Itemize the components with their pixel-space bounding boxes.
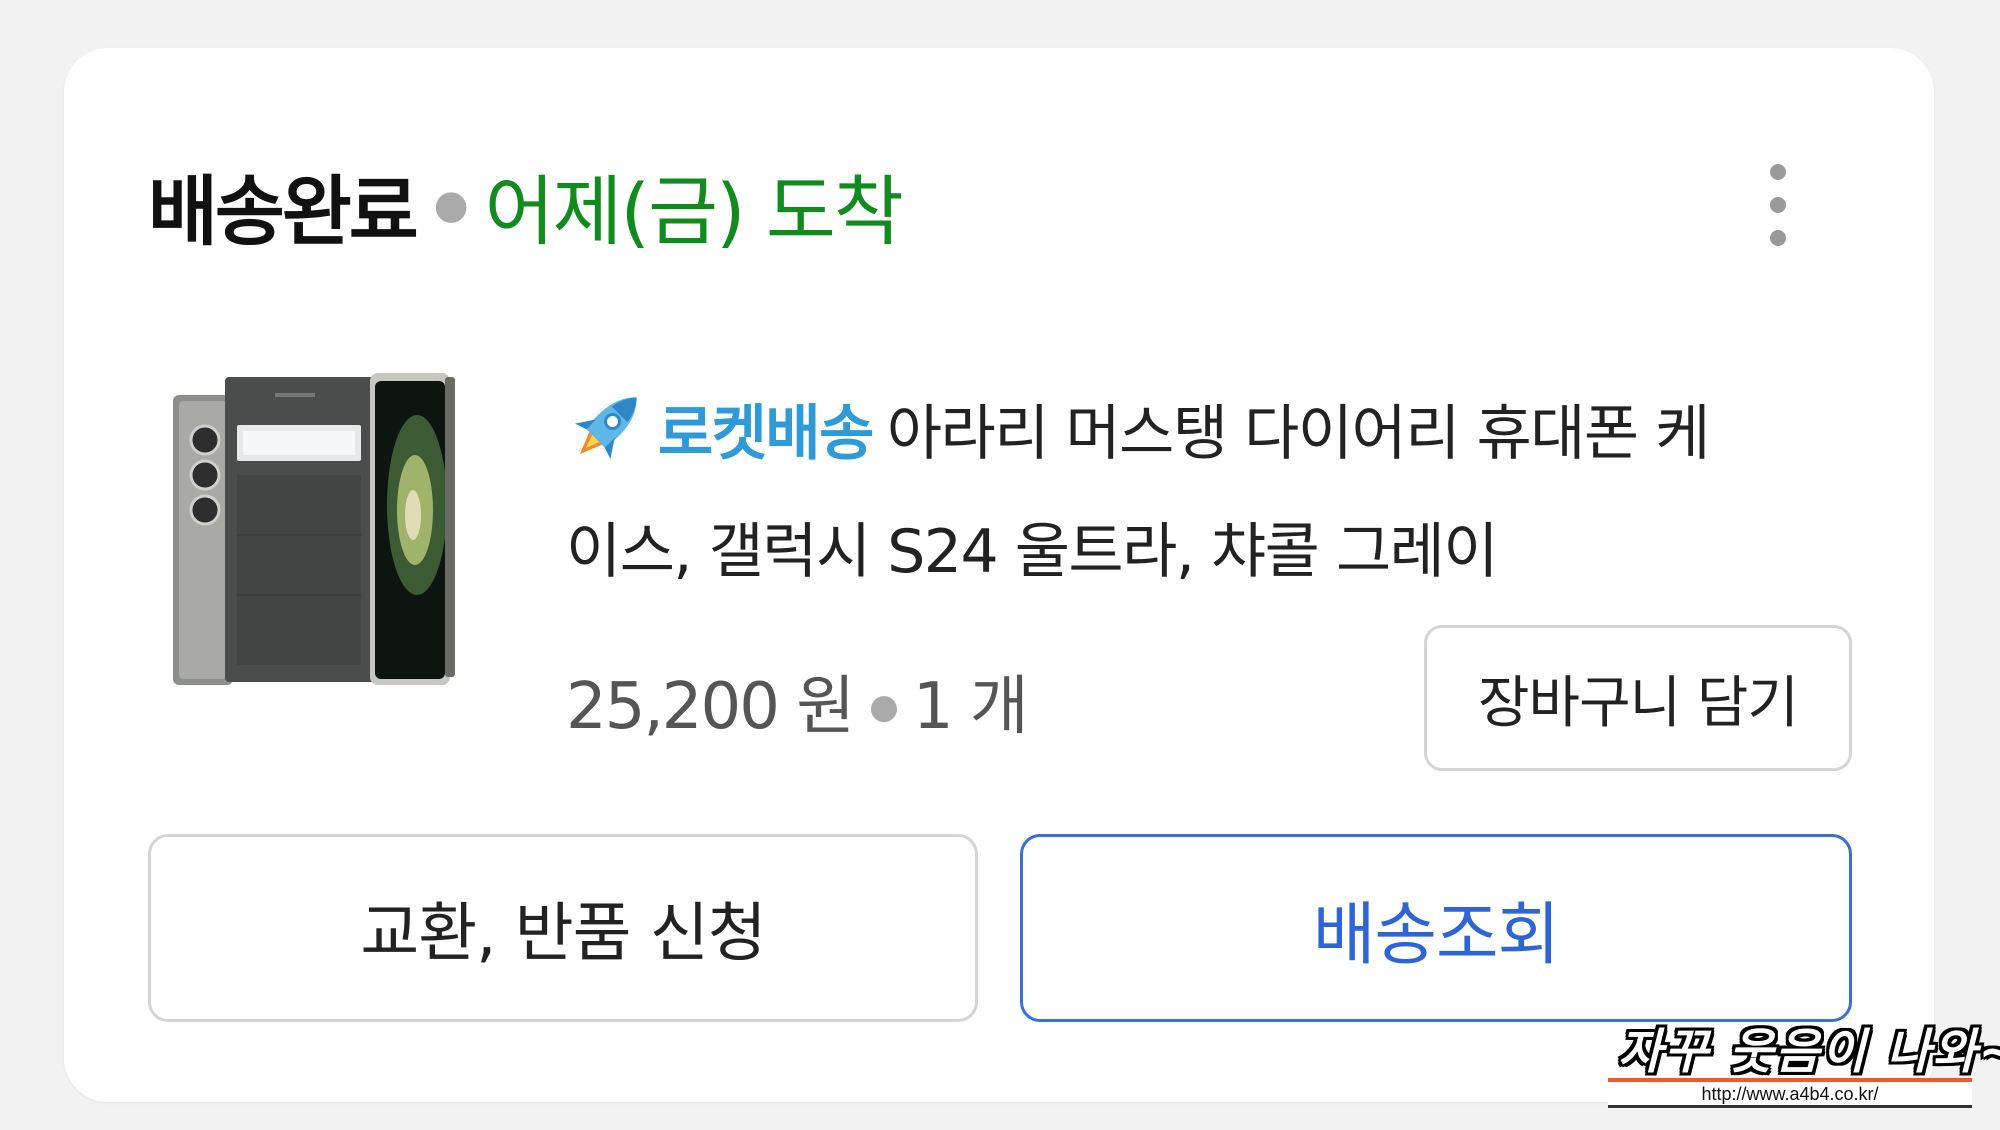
price-quantity: 25,200 원 ● 1 개 [566,655,1029,747]
product-quantity: 1 개 [912,670,1029,744]
order-header: 배송완료 ● 어제(금) 도착 [148,150,904,260]
exchange-return-button[interactable]: 교환, 반품 신청 [148,834,978,1022]
product-title-line2: 이스, 갤럭시 S24 울트라, 챠콜 그레이 [566,517,1499,587]
rocket-icon [566,382,652,468]
more-options-icon[interactable] [1760,164,1796,246]
product-title[interactable]: 로켓배송 아라리 머스탱 다이어리 휴대폰 케 이스, 갤럭시 S24 울트라, … [566,375,1866,611]
watermark-url: http://www.a4b4.co.kr/ [1701,1084,1879,1104]
separator-dot: ● [433,182,469,228]
separator-dot: ● [869,687,899,727]
product-price: 25,200 원 [566,670,855,744]
add-to-cart-button[interactable]: 장바구니 담기 [1424,625,1852,771]
watermark: 자꾸 웃음이 나와~ http://www.a4b4.co.kr/ [1600,1012,2000,1112]
track-delivery-button[interactable]: 배송조회 [1020,834,1852,1022]
rocket-delivery-badge: 로켓배송 [658,399,874,469]
watermark-text: 자꾸 웃음이 나와~ [1618,1024,2000,1080]
watermark-url-bar: http://www.a4b4.co.kr/ [1608,1078,1972,1108]
delivery-status: 배송완료 [148,167,419,256]
product-image[interactable] [165,365,465,695]
arrival-date: 어제(금) 도착 [484,167,904,256]
product-title-line1: 아라리 머스탱 다이어리 휴대폰 케 [886,399,1711,469]
